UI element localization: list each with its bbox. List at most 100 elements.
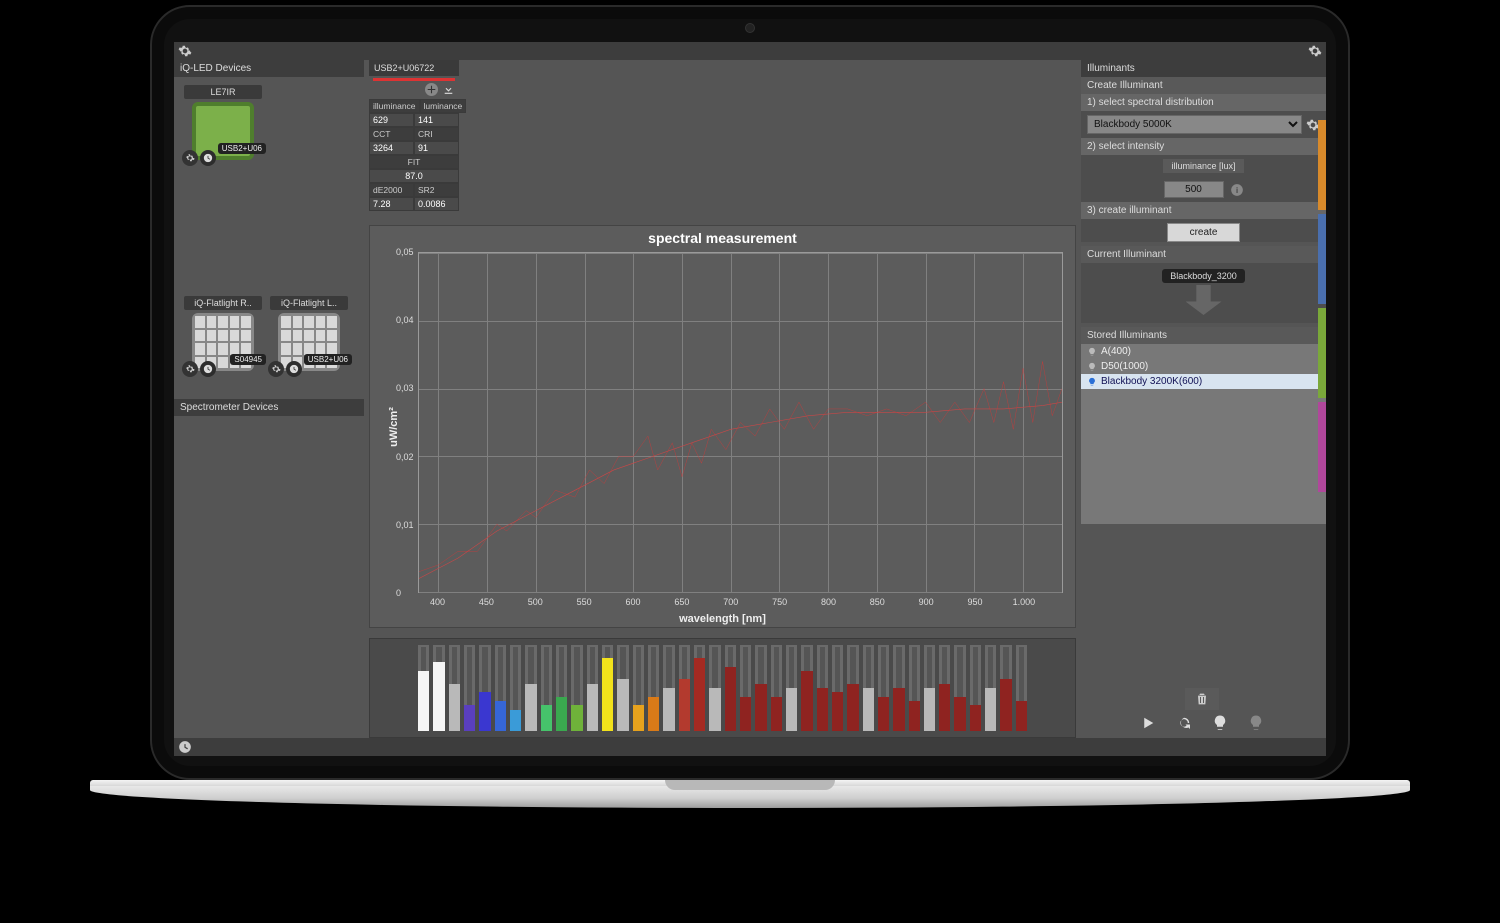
screen: iQ-LED Devices LE7IR USB2+U06 iQ-Flatlig… — [174, 42, 1326, 756]
bulb-icon — [1087, 377, 1097, 387]
channel-slider[interactable] — [433, 645, 444, 731]
create-button[interactable]: create — [1167, 223, 1241, 242]
middle-column: USB2+U06722 illuminanceluminance 629141C… — [369, 60, 1076, 738]
channel-slider[interactable] — [679, 645, 690, 731]
gear-icon[interactable] — [182, 361, 198, 377]
channel-slider[interactable] — [617, 645, 628, 731]
lux-label: illuminance [lux] — [1163, 159, 1243, 173]
chart-ylabel: uW/cm² — [388, 407, 400, 447]
iqled-device-list-2: iQ-Flatlight R.. S04945 iQ-Flatlight L..… — [174, 288, 364, 379]
channel-slider[interactable] — [771, 645, 782, 731]
channel-slider[interactable] — [847, 645, 858, 731]
laptop-notch — [665, 780, 835, 790]
camera-dot — [745, 23, 755, 33]
bulb-on-icon[interactable] — [1211, 714, 1229, 732]
lux-input[interactable] — [1164, 181, 1224, 198]
channel-slider[interactable] — [587, 645, 598, 731]
info-icon[interactable]: i — [1230, 183, 1244, 197]
iqled-device-list: LE7IR USB2+U06 — [174, 77, 364, 168]
channel-slider[interactable] — [832, 645, 843, 731]
channel-slider[interactable] — [909, 645, 920, 731]
illuminants-title: Illuminants — [1081, 60, 1326, 77]
channel-slider[interactable] — [863, 645, 874, 731]
side-tab[interactable] — [1318, 120, 1326, 210]
channel-slider[interactable] — [571, 645, 582, 731]
stored-illuminant-item[interactable]: D50(1000) — [1081, 359, 1326, 374]
gear-icon[interactable] — [1308, 44, 1322, 58]
svg-text:i: i — [1236, 185, 1238, 194]
device-tag: USB2+U06 — [304, 354, 352, 365]
color-side-tabs — [1318, 120, 1326, 496]
stored-illuminant-item[interactable]: A(400) — [1081, 344, 1326, 359]
channel-slider[interactable] — [525, 645, 536, 731]
channel-slider[interactable] — [939, 645, 950, 731]
clock-icon[interactable] — [200, 361, 216, 377]
device-label: iQ-Flatlight L.. — [270, 296, 348, 310]
channel-slider[interactable] — [510, 645, 521, 731]
channel-slider[interactable] — [786, 645, 797, 731]
step1-label: 1) select spectral distribution — [1081, 94, 1326, 111]
status-bar — [174, 738, 1326, 756]
gear-icon[interactable] — [178, 44, 192, 58]
channel-slider[interactable] — [878, 645, 889, 731]
download-icon[interactable] — [442, 83, 455, 96]
current-illuminant-title: Current Illuminant — [1081, 246, 1326, 263]
stored-illuminant-item[interactable]: Blackbody 3200K(600) — [1081, 374, 1326, 389]
channel-slider[interactable] — [663, 645, 674, 731]
left-column: iQ-LED Devices LE7IR USB2+U06 iQ-Flatlig… — [174, 60, 364, 738]
clock-icon[interactable] — [286, 361, 302, 377]
clock-icon[interactable] — [200, 150, 216, 166]
spectro-panel-title: Spectrometer Devices — [174, 399, 364, 416]
play-icon[interactable] — [1139, 714, 1157, 732]
bulb-icon — [1087, 362, 1097, 372]
channel-slider[interactable] — [755, 645, 766, 731]
channel-slider[interactable] — [954, 645, 965, 731]
bulb-icon — [1186, 285, 1222, 315]
refresh-icon[interactable] — [1175, 714, 1193, 732]
channel-slider[interactable] — [985, 645, 996, 731]
channel-slider[interactable] — [924, 645, 935, 731]
channel-slider[interactable] — [648, 645, 659, 731]
channel-slider[interactable] — [464, 645, 475, 731]
channel-slider[interactable] — [740, 645, 751, 731]
side-tab[interactable] — [1318, 402, 1326, 492]
side-tab[interactable] — [1318, 214, 1326, 304]
device-card[interactable]: iQ-Flatlight R.. S04945 — [184, 296, 262, 371]
distribution-select[interactable]: Blackbody 5000K — [1087, 115, 1302, 134]
channel-slider[interactable] — [1016, 645, 1027, 731]
channel-slider[interactable] — [418, 645, 429, 731]
channel-slider[interactable] — [725, 645, 736, 731]
device-card[interactable]: iQ-Flatlight L.. USB2+U06 — [270, 296, 348, 371]
current-illuminant-name: Blackbody_3200 — [1162, 269, 1245, 283]
metrics-header: USB2+U06722 — [369, 60, 459, 76]
laptop-shadow — [130, 812, 1370, 872]
channel-slider[interactable] — [694, 645, 705, 731]
current-illuminant-panel: Current Illuminant Blackbody_3200 — [1081, 246, 1326, 323]
channel-slider[interactable] — [817, 645, 828, 731]
channel-slider[interactable] — [633, 645, 644, 731]
device-card[interactable]: LE7IR USB2+U06 — [184, 85, 262, 160]
gear-icon[interactable] — [268, 361, 284, 377]
app: iQ-LED Devices LE7IR USB2+U06 iQ-Flatlig… — [174, 42, 1326, 756]
channel-slider[interactable] — [479, 645, 490, 731]
chart-panel: spectral measurement uW/cm² wavelength [… — [369, 225, 1076, 628]
channel-slider[interactable] — [709, 645, 720, 731]
channel-slider[interactable] — [541, 645, 552, 731]
channel-slider[interactable] — [602, 645, 613, 731]
channel-slider[interactable] — [970, 645, 981, 731]
channel-slider[interactable] — [1000, 645, 1011, 731]
channel-slider[interactable] — [556, 645, 567, 731]
channel-slider[interactable] — [495, 645, 506, 731]
bulb-off-icon[interactable] — [1247, 714, 1265, 732]
chart-title: spectral measurement — [370, 226, 1075, 250]
step2-label: 2) select intensity — [1081, 138, 1326, 155]
side-tab[interactable] — [1318, 308, 1326, 398]
add-icon[interactable] — [425, 83, 438, 96]
channel-slider[interactable] — [449, 645, 460, 731]
channel-slider[interactable] — [801, 645, 812, 731]
trash-button[interactable] — [1185, 688, 1219, 710]
channel-slider[interactable] — [893, 645, 904, 731]
gear-icon[interactable] — [182, 150, 198, 166]
bulb-icon — [1087, 347, 1097, 357]
create-illuminant-title: Create Illuminant — [1081, 77, 1326, 94]
